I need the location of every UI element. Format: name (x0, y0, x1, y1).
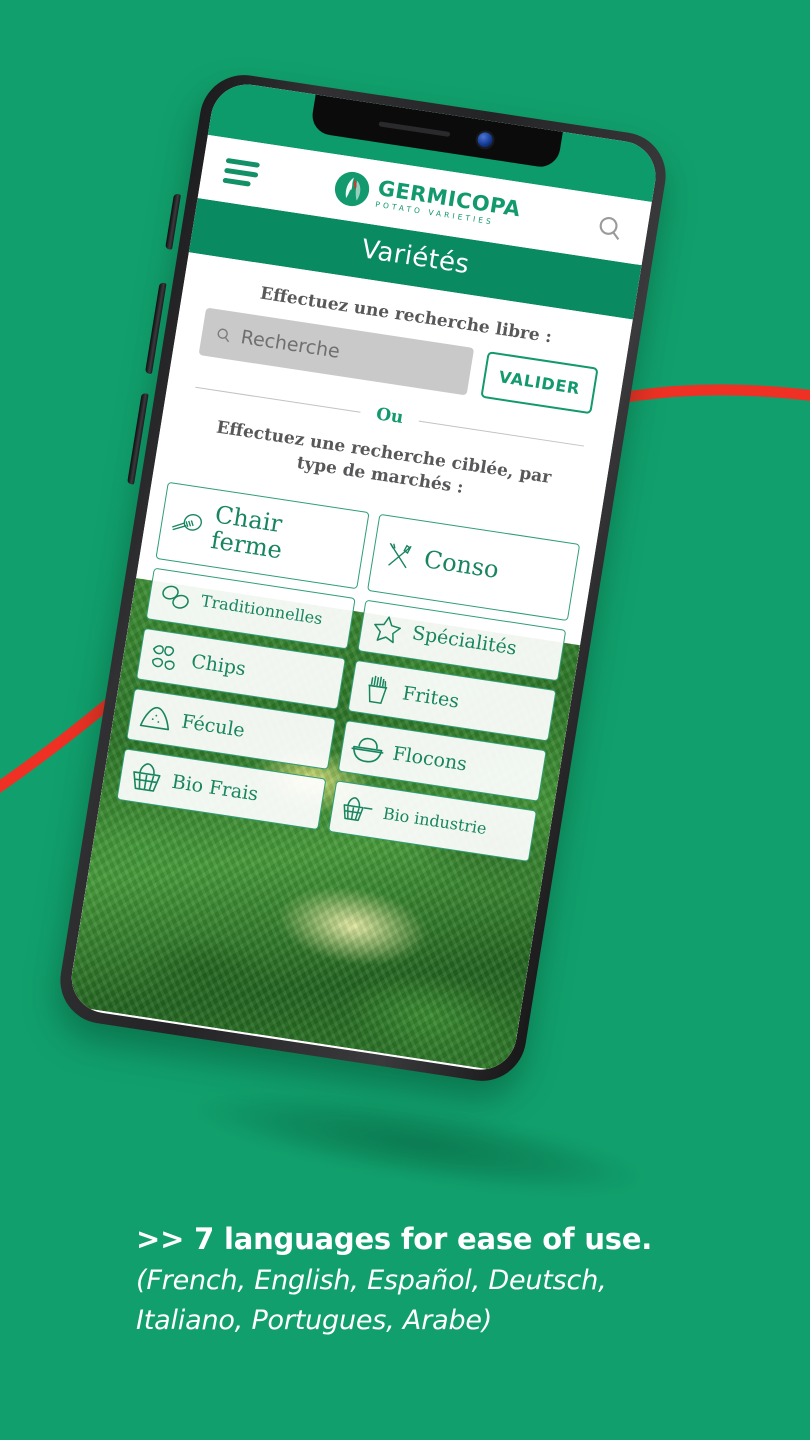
star-icon (373, 616, 401, 644)
speaker-slot-icon (378, 120, 451, 137)
germicopa-flower-logo-icon (334, 171, 369, 207)
hamburger-menu-icon[interactable] (222, 152, 261, 192)
caption-subline-2: Italiano, Portugues, Arabe) (136, 1304, 493, 1336)
category-label: Chips (189, 650, 248, 680)
divider-label: Ou (374, 404, 405, 429)
search-icon[interactable] (593, 211, 627, 245)
starch-pile-icon (139, 706, 170, 731)
phone-screen: GERMICOPA POTATO VARIETIES Variétés Effe… (66, 79, 661, 1075)
basket-factory-icon (343, 796, 372, 821)
category-label: Spécialités (410, 621, 519, 660)
chips-icon (152, 645, 175, 670)
category-grid: Chair ferme Conso Traditionnelles Spécia… (96, 479, 596, 890)
phone-shadow (185, 1071, 651, 1215)
caption-headline: >> 7 languages for ease of use. (136, 1222, 653, 1256)
side-button-volume-up[interactable] (165, 193, 181, 250)
category-label: Chair ferme (208, 500, 285, 565)
category-label: Conso (422, 545, 501, 584)
category-label: Flocons (391, 742, 469, 776)
basket-icon (133, 763, 161, 792)
category-label: Frites (400, 681, 461, 713)
potato-fork-icon (172, 513, 203, 531)
phone-mockup: GERMICOPA POTATO VARIETIES Variétés Effe… (53, 69, 673, 1215)
front-camera-icon (476, 130, 494, 148)
two-potatoes-icon (162, 585, 189, 609)
bottom-caption: >> 7 languages for ease of use. (French,… (0, 1222, 810, 1340)
fork-knife-icon (387, 542, 412, 569)
category-label: Traditionnelles (199, 591, 324, 629)
phone-device: GERMICOPA POTATO VARIETIES Variétés Effe… (53, 69, 673, 1087)
search-icon (217, 328, 230, 342)
search-input-placeholder: Recherche (239, 326, 342, 363)
logo-wordmark: GERMICOPA POTATO VARIETIES (375, 176, 523, 230)
side-button-volume-down[interactable] (144, 282, 167, 375)
app-content: Effectuez une recherche libre : Recherch… (66, 252, 633, 1073)
category-label: Bio industrie (381, 804, 488, 839)
category-label: Bio Frais (170, 770, 260, 806)
caption-subline-1: (French, English, Español, Deutsch, (136, 1265, 607, 1296)
fries-cup-icon (367, 675, 387, 704)
phone-frame: GERMICOPA POTATO VARIETIES Variétés Effe… (53, 69, 673, 1087)
flakes-bowl-icon (351, 737, 383, 763)
category-label: Fécule (180, 710, 247, 742)
side-button-power[interactable] (127, 392, 149, 485)
